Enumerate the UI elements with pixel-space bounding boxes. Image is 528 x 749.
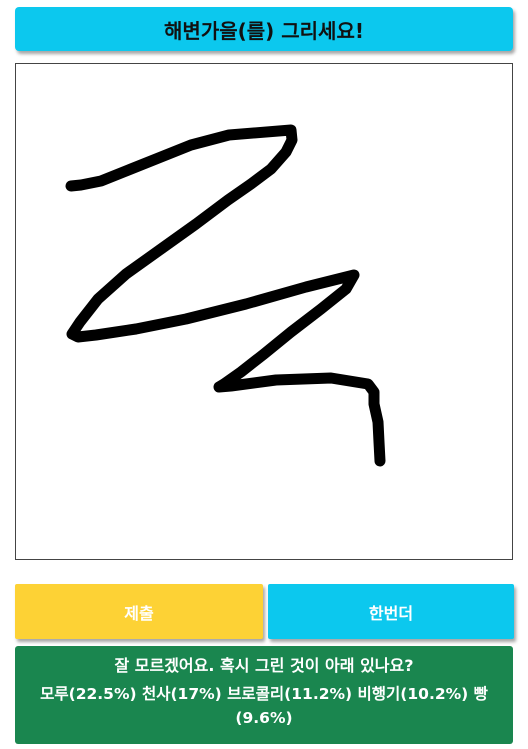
- retry-button[interactable]: 한번더: [268, 584, 514, 639]
- result-guesses: 모루(22.5%) 천사(17%) 브로콜리(11.2%) 비행기(10.2%)…: [40, 685, 488, 727]
- result-question: 잘 모르겠어요. 혹시 그린 것이 아래 있나요?: [114, 656, 414, 675]
- retry-label: 한번더: [368, 603, 414, 623]
- submit-button[interactable]: 제출: [15, 584, 263, 639]
- drawing-canvas[interactable]: [15, 63, 513, 560]
- drawing-stroke: [65, 124, 386, 467]
- submit-label: 제출: [124, 603, 154, 623]
- page-title: 해변가을(를) 그리세요!: [15, 7, 513, 51]
- title-text: 해변가을(를) 그리세요!: [164, 18, 364, 43]
- guess-result-panel: 잘 모르겠어요. 혹시 그린 것이 아래 있나요? 모루(22.5%) 천사(1…: [15, 646, 513, 744]
